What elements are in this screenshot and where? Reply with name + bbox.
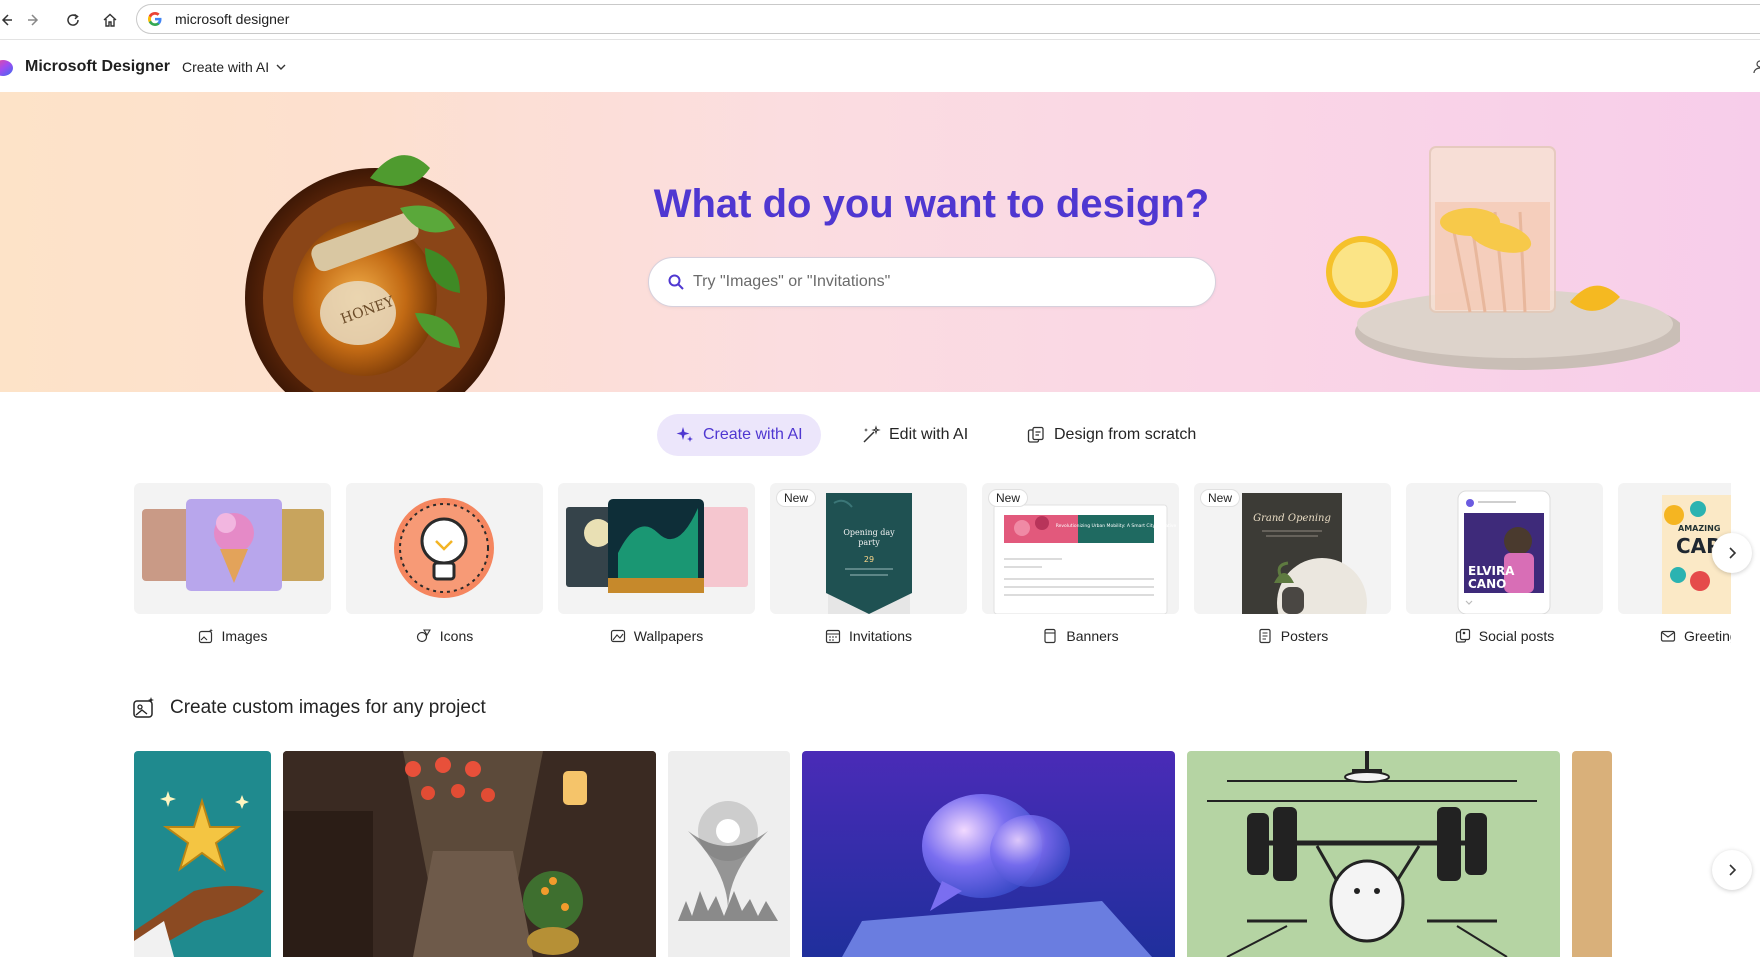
address-bar[interactable]: microsoft designer <box>136 4 1760 34</box>
gallery-image-star[interactable] <box>134 751 271 957</box>
chevron-down-icon <box>276 64 286 70</box>
category-label: Banners <box>1066 628 1119 644</box>
chevron-right-icon <box>1729 547 1737 559</box>
category-posters[interactable]: Grand Opening New Posters <box>1194 483 1391 644</box>
home-icon[interactable] <box>98 8 122 32</box>
category-label: Icons <box>439 628 474 644</box>
designer-logo-icon <box>0 60 13 76</box>
gallery-image-weightlifter[interactable] <box>1187 751 1560 957</box>
honey-jar-illustration: HONEY <box>245 155 505 392</box>
greeting-line1: AMAZING <box>1678 524 1720 533</box>
category-label: Images <box>221 628 268 644</box>
tab-edit-with-ai[interactable]: Edit with AI <box>843 414 986 456</box>
magic-wand-icon <box>861 425 881 445</box>
invitation-date: 29 <box>864 555 874 564</box>
address-text[interactable]: microsoft designer <box>175 11 289 27</box>
section-title: Create custom images for any project <box>170 697 486 718</box>
category-thumbnail <box>134 483 331 614</box>
category-thumbnail <box>346 483 543 614</box>
category-label: Invitations <box>848 628 913 644</box>
wallpaper-icon <box>610 628 626 644</box>
image-sparkle-icon <box>198 628 214 644</box>
profile-icon[interactable] <box>1752 59 1760 75</box>
gallery-image-ink-burst[interactable] <box>668 751 790 957</box>
envelope-icon <box>1660 628 1676 644</box>
image-gallery <box>134 751 1760 957</box>
tab-label: Design from scratch <box>1054 426 1197 443</box>
banner-headline: Revolutionizing Urban Mobility: A Smart … <box>1056 523 1177 529</box>
category-icons[interactable]: Icons <box>346 483 543 644</box>
gallery-next-button[interactable] <box>1712 850 1752 890</box>
category-label: Posters <box>1280 628 1329 644</box>
tab-create-with-ai[interactable]: Create with AI <box>657 414 821 456</box>
invitation-title-line2: party <box>858 538 880 547</box>
sparkle-icon <box>675 425 695 445</box>
gallery-image-partial[interactable] <box>1572 751 1612 957</box>
new-badge: New <box>988 489 1029 507</box>
category-thumbnail: Revolutionizing Urban Mobility: A Smart … <box>982 483 1179 614</box>
category-carousel: Images Icons Wallpapers Opening day part… <box>134 483 1731 653</box>
hero-search-input[interactable] <box>693 273 1173 291</box>
image-sparkle-icon <box>133 697 154 718</box>
section-header: Create custom images for any project <box>132 696 486 720</box>
hero-banner: HONEY What do you want to design? <box>0 92 1760 392</box>
banner-icon <box>1042 628 1058 644</box>
create-with-ai-menu[interactable]: Create with AI <box>182 59 287 75</box>
chevron-right-icon <box>1729 864 1737 876</box>
icon-shapes-icon <box>416 628 432 644</box>
category-thumbnail <box>558 483 755 614</box>
gallery-image-chat-bubbles[interactable] <box>802 751 1175 957</box>
tab-label: Create with AI <box>703 426 803 443</box>
design-scratch-icon <box>1026 425 1046 445</box>
mode-tabs: Create with AI Edit with AI Design from … <box>0 414 1760 458</box>
invitation-title-line1: Opening day <box>843 528 895 537</box>
category-label: Greeting <box>1684 628 1731 644</box>
poster-icon <box>1257 628 1273 644</box>
poster-headline: Grand Opening <box>1253 513 1331 524</box>
category-social-posts[interactable]: ELVIRA CANO Social posts <box>1406 483 1603 644</box>
category-wallpapers[interactable]: Wallpapers <box>558 483 755 644</box>
reload-icon[interactable] <box>61 8 85 32</box>
new-badge: New <box>1200 489 1241 507</box>
category-thumbnail: Grand Opening New <box>1194 483 1391 614</box>
category-thumbnail: Opening day party 29 New <box>770 483 967 614</box>
category-banners[interactable]: Revolutionizing Urban Mobility: A Smart … <box>982 483 1179 644</box>
category-label: Social posts <box>1478 628 1555 644</box>
browser-toolbar: microsoft designer <box>0 0 1760 40</box>
app-header: Microsoft Designer Create with AI <box>0 41 1760 92</box>
new-badge: New <box>776 489 817 507</box>
tab-design-from-scratch[interactable]: Design from scratch <box>1008 414 1214 456</box>
category-next-button[interactable] <box>1712 533 1752 573</box>
social-name-line1: ELVIRA <box>1468 564 1515 578</box>
tab-label: Edit with AI <box>889 426 969 443</box>
category-invitations[interactable]: Opening day party 29 New Invitations <box>770 483 967 644</box>
social-post-icon <box>1455 628 1471 644</box>
create-menu-label: Create with AI <box>182 59 270 75</box>
google-icon <box>148 12 162 26</box>
back-icon[interactable] <box>0 8 18 32</box>
hero-search-box[interactable] <box>648 257 1216 307</box>
social-name-line2: CANO <box>1468 577 1506 591</box>
search-icon <box>668 274 684 290</box>
brand-name[interactable]: Microsoft Designer <box>25 58 170 76</box>
forward-icon[interactable] <box>22 8 46 32</box>
gallery-image-lantern-alley[interactable] <box>283 751 656 957</box>
category-label: Wallpapers <box>633 628 704 644</box>
category-thumbnail: ELVIRA CANO <box>1406 483 1603 614</box>
category-images[interactable]: Images <box>134 483 331 644</box>
calendar-icon <box>825 628 841 644</box>
lemon-drink-illustration <box>1326 146 1680 370</box>
